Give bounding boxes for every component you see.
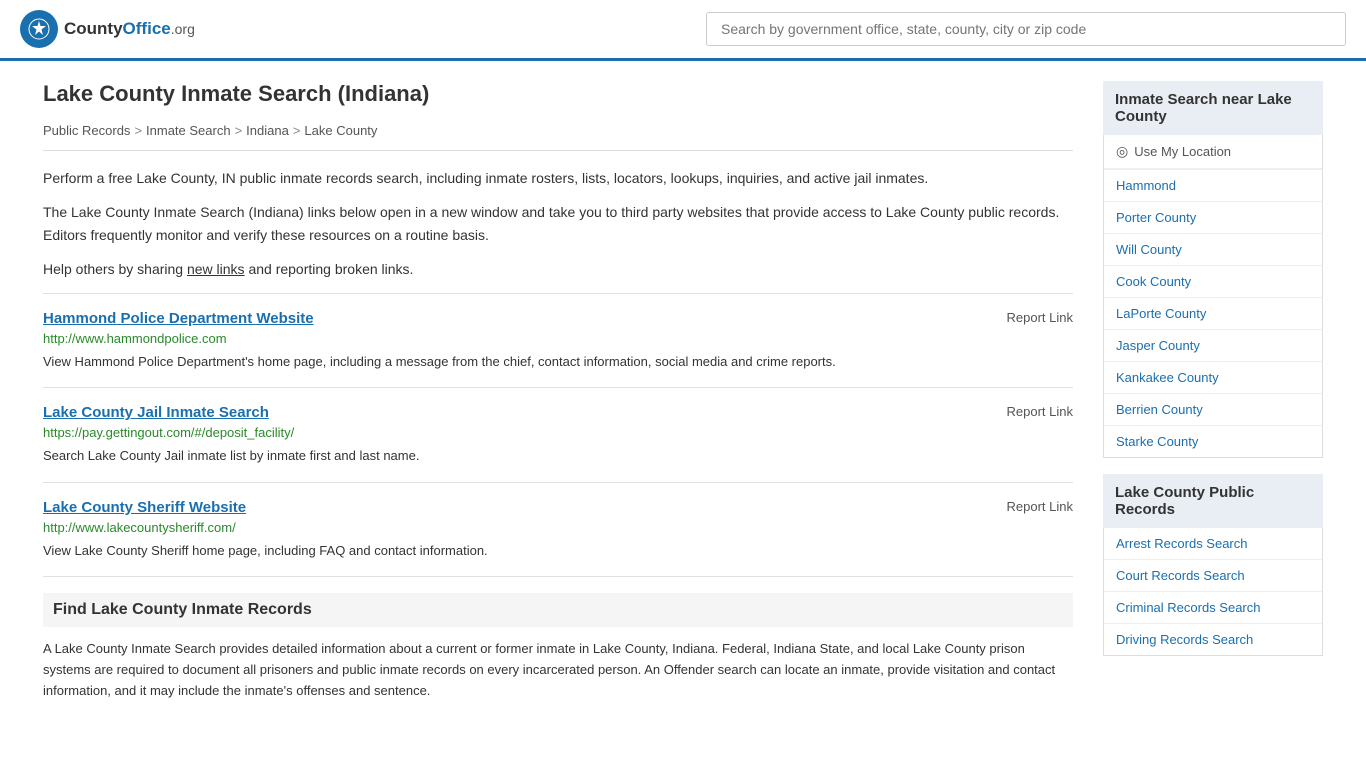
list-item: LaPorte County xyxy=(1104,298,1322,330)
search-input[interactable] xyxy=(706,12,1346,46)
list-item: Kankakee County xyxy=(1104,362,1322,394)
breadcrumb-sep-1: > xyxy=(134,123,142,138)
description-3: Help others by sharing new links and rep… xyxy=(43,258,1073,280)
list-item: Will County xyxy=(1104,234,1322,266)
site-header: CountyOffice.org xyxy=(0,0,1366,61)
list-item: Porter County xyxy=(1104,202,1322,234)
find-section: Find Lake County Inmate Records A Lake C… xyxy=(43,576,1073,729)
sidebar-inmate-list: ◎ Use My Location Hammond Porter County … xyxy=(1103,135,1323,458)
list-item: Berrien County xyxy=(1104,394,1322,426)
sidebar-inmate-title: Inmate Search near Lake County xyxy=(1103,81,1323,135)
results-list: Hammond Police Department Website Report… xyxy=(43,293,1073,577)
result-header: Hammond Police Department Website Report… xyxy=(43,310,1073,327)
breadcrumb-sep-2: > xyxy=(235,123,243,138)
sidebar-public-records-title: Lake County Public Records xyxy=(1103,474,1323,528)
result-url: http://www.hammondpolice.com xyxy=(43,331,1073,346)
use-location-label: Use My Location xyxy=(1134,144,1231,159)
breadcrumb: Public Records > Inmate Search > Indiana… xyxy=(43,123,1073,151)
list-item: Arrest Records Search xyxy=(1104,528,1322,560)
result-description: View Lake County Sheriff home page, incl… xyxy=(43,541,1073,561)
new-links-link[interactable]: new links xyxy=(187,261,245,277)
sidebar-link-berrien-county[interactable]: Berrien County xyxy=(1104,394,1322,425)
find-section-title: Find Lake County Inmate Records xyxy=(43,593,1073,627)
sidebar-public-records-section: Lake County Public Records Arrest Record… xyxy=(1103,474,1323,656)
breadcrumb-lake-county[interactable]: Lake County xyxy=(304,123,377,138)
sidebar-link-arrest-records[interactable]: Arrest Records Search xyxy=(1104,528,1322,559)
description-3-post: and reporting broken links. xyxy=(245,261,414,277)
sidebar-link-driving-records[interactable]: Driving Records Search xyxy=(1104,624,1322,655)
sidebar-link-court-records[interactable]: Court Records Search xyxy=(1104,560,1322,591)
result-title[interactable]: Hammond Police Department Website xyxy=(43,310,314,327)
result-item: Lake County Jail Inmate Search Report Li… xyxy=(43,387,1073,482)
breadcrumb-inmate-search[interactable]: Inmate Search xyxy=(146,123,231,138)
sidebar-use-location[interactable]: ◎ Use My Location xyxy=(1104,135,1322,170)
location-icon: ◎ xyxy=(1116,143,1128,160)
sidebar: Inmate Search near Lake County ◎ Use My … xyxy=(1103,81,1323,729)
breadcrumb-public-records[interactable]: Public Records xyxy=(43,123,130,138)
result-item: Lake County Sheriff Website Report Link … xyxy=(43,482,1073,577)
sidebar-link-starke-county[interactable]: Starke County xyxy=(1104,426,1322,457)
sidebar-link-cook-county[interactable]: Cook County xyxy=(1104,266,1322,297)
content-area: Lake County Inmate Search (Indiana) Publ… xyxy=(43,81,1073,729)
report-link[interactable]: Report Link xyxy=(1007,310,1073,325)
sidebar-link-criminal-records[interactable]: Criminal Records Search xyxy=(1104,592,1322,623)
sidebar-inmate-section: Inmate Search near Lake County ◎ Use My … xyxy=(1103,81,1323,458)
sidebar-link-jasper-county[interactable]: Jasper County xyxy=(1104,330,1322,361)
main-container: Lake County Inmate Search (Indiana) Publ… xyxy=(23,61,1343,749)
result-url: https://pay.gettingout.com/#/deposit_fac… xyxy=(43,425,1073,440)
breadcrumb-sep-3: > xyxy=(293,123,301,138)
list-item: Hammond xyxy=(1104,170,1322,202)
sidebar-link-porter-county[interactable]: Porter County xyxy=(1104,202,1322,233)
result-header: Lake County Jail Inmate Search Report Li… xyxy=(43,404,1073,421)
sidebar-link-kankakee-county[interactable]: Kankakee County xyxy=(1104,362,1322,393)
find-section-description: A Lake County Inmate Search provides det… xyxy=(43,639,1073,701)
list-item: Court Records Search xyxy=(1104,560,1322,592)
logo-icon xyxy=(20,10,58,48)
sidebar-link-laporte-county[interactable]: LaPorte County xyxy=(1104,298,1322,329)
result-title[interactable]: Lake County Sheriff Website xyxy=(43,499,246,516)
breadcrumb-indiana[interactable]: Indiana xyxy=(246,123,289,138)
result-description: View Hammond Police Department's home pa… xyxy=(43,352,1073,372)
list-item: Jasper County xyxy=(1104,330,1322,362)
list-item: Driving Records Search xyxy=(1104,624,1322,655)
sidebar-link-will-county[interactable]: Will County xyxy=(1104,234,1322,265)
description-2: The Lake County Inmate Search (Indiana) … xyxy=(43,201,1073,246)
list-item: Starke County xyxy=(1104,426,1322,457)
result-title[interactable]: Lake County Jail Inmate Search xyxy=(43,404,269,421)
description-3-pre: Help others by sharing xyxy=(43,261,187,277)
report-link[interactable]: Report Link xyxy=(1007,404,1073,419)
list-item: Criminal Records Search xyxy=(1104,592,1322,624)
result-item: Hammond Police Department Website Report… xyxy=(43,293,1073,388)
result-url: http://www.lakecountysheriff.com/ xyxy=(43,520,1073,535)
result-description: Search Lake County Jail inmate list by i… xyxy=(43,446,1073,466)
logo-text: CountyOffice.org xyxy=(64,19,195,39)
search-bar xyxy=(706,12,1346,46)
sidebar-public-records-list: Arrest Records Search Court Records Sear… xyxy=(1103,528,1323,656)
description-1: Perform a free Lake County, IN public in… xyxy=(43,167,1073,189)
sidebar-link-hammond[interactable]: Hammond xyxy=(1104,170,1322,201)
result-header: Lake County Sheriff Website Report Link xyxy=(43,499,1073,516)
logo-area[interactable]: CountyOffice.org xyxy=(20,10,195,48)
page-title: Lake County Inmate Search (Indiana) xyxy=(43,81,1073,107)
list-item: Cook County xyxy=(1104,266,1322,298)
report-link[interactable]: Report Link xyxy=(1007,499,1073,514)
